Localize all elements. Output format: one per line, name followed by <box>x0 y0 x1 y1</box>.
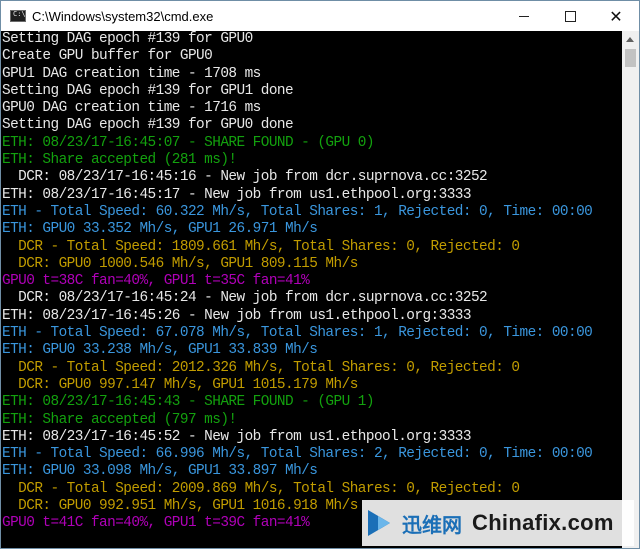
console-line: ETH: 08/23/17-16:45:17 - New job from us… <box>2 186 472 203</box>
watermark-chinese-text: 迅维网 <box>402 512 462 537</box>
console-line: DCR - Total Speed: 2012.326 Mh/s, Total … <box>2 359 520 376</box>
console-line: ETH: Share accepted (281 ms)! <box>2 152 237 169</box>
watermark: 迅维网 Chinafix.com <box>362 500 634 546</box>
console-output[interactable]: Setting DAG epoch #139 for GPU0 Create GP… <box>1 31 623 548</box>
console-line: Setting DAG epoch #139 for GPU1 done <box>2 82 294 99</box>
console-line: ETH - Total Speed: 60.322 Mh/s, Total Sh… <box>2 203 593 220</box>
scroll-up-arrow-icon[interactable] <box>626 37 634 42</box>
console-line: DCR - Total Speed: 2009.869 Mh/s, Total … <box>2 480 520 497</box>
console-line: GPU0 t=38C fan=40%, GPU1 t=35C fan=41% <box>2 273 310 290</box>
console-line: Create GPU buffer for GPU0 <box>2 48 213 65</box>
console-line: Setting DAG epoch #139 for GPU0 done <box>2 117 294 134</box>
watermark-english-text: Chinafix.com <box>472 510 614 535</box>
console-line: ETH: GPU0 33.352 Mh/s, GPU1 26.971 Mh/s <box>2 221 318 238</box>
chinafix-logo-icon <box>366 506 400 540</box>
cmd-app-icon: C:\ <box>10 10 26 22</box>
console-line: ETH: Share accepted (797 ms)! <box>2 411 237 428</box>
console-line: ETH: 08/23/17-16:45:07 - SHARE FOUND - (… <box>2 134 375 151</box>
window-title: C:\Windows\system32\cmd.exe <box>32 8 214 24</box>
console-line: DCR: 08/23/17-16:45:24 - New job from dc… <box>2 290 488 307</box>
console-line: DCR - Total Speed: 1809.661 Mh/s, Total … <box>2 238 520 255</box>
console-line: GPU1 DAG creation time - 1708 ms <box>2 65 261 82</box>
console-line: Setting DAG epoch #139 for GPU0 <box>2 31 253 47</box>
console-line: ETH: 08/23/17-16:45:26 - New job from us… <box>2 307 472 324</box>
console-line: ETH: 08/23/17-16:45:43 - SHARE FOUND - (… <box>2 394 375 411</box>
console-line: GPU0 DAG creation time - 1716 ms <box>2 100 261 117</box>
cmd-window: C:\ C:\Windows\system32\cmd.exe ✕ Settin… <box>0 0 640 549</box>
title-bar[interactable]: C:\ C:\Windows\system32\cmd.exe ✕ <box>1 1 639 31</box>
minimize-button[interactable] <box>501 1 547 31</box>
scrollbar-thumb[interactable] <box>625 49 636 67</box>
console-line: ETH: 08/23/17-16:45:52 - New job from us… <box>2 428 472 445</box>
vertical-scrollbar[interactable] <box>622 31 639 548</box>
console-line: ETH: GPU0 33.098 Mh/s, GPU1 33.897 Mh/s <box>2 463 318 480</box>
console-line: DCR: GPU0 997.147 Mh/s, GPU1 1015.179 Mh… <box>2 376 358 393</box>
maximize-button[interactable] <box>547 1 593 31</box>
close-button[interactable]: ✕ <box>593 1 639 31</box>
console-line: DCR: GPU0 1000.546 Mh/s, GPU1 809.115 Mh… <box>2 255 358 272</box>
console-line: ETH - Total Speed: 67.078 Mh/s, Total Sh… <box>2 325 593 342</box>
console-line: ETH: GPU0 33.238 Mh/s, GPU1 33.839 Mh/s <box>2 342 318 359</box>
console-line: DCR: 08/23/17-16:45:16 - New job from dc… <box>2 169 488 186</box>
console-line: ETH - Total Speed: 66.996 Mh/s, Total Sh… <box>2 446 593 463</box>
